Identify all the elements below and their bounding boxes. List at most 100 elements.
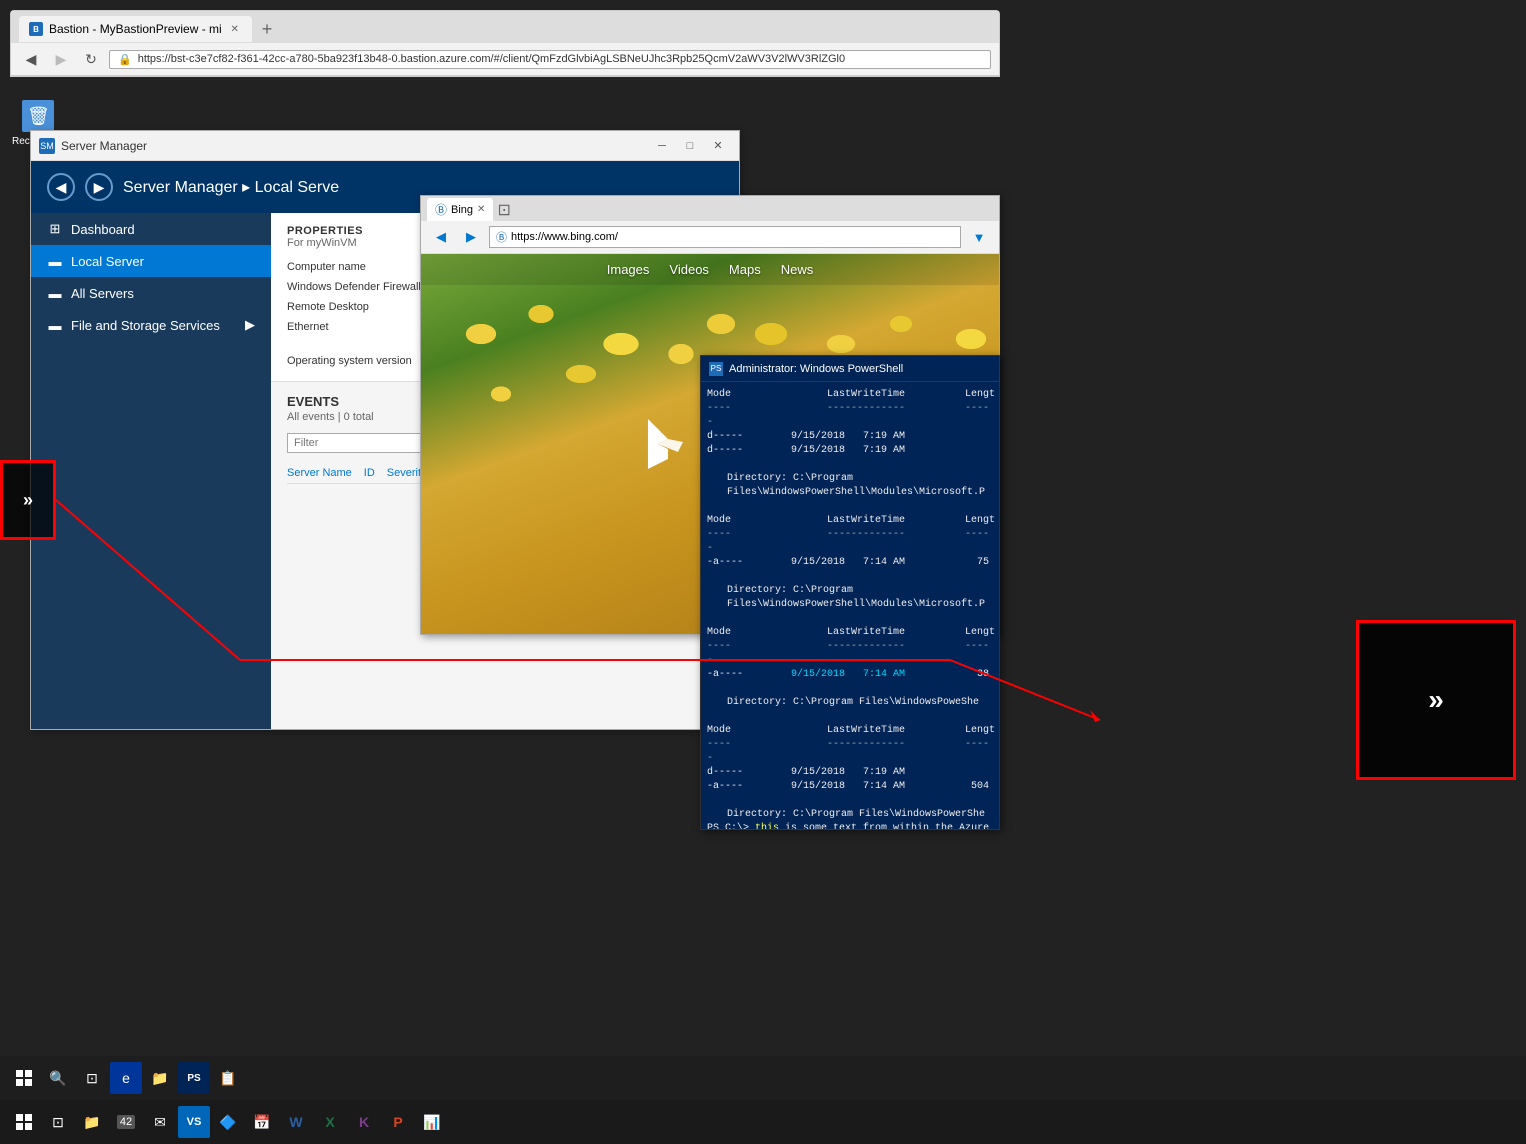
- address-bar[interactable]: 🔒 https://bst-c3e7cf82-f361-42cc-a780-5b…: [109, 50, 991, 69]
- sm-forward-button[interactable]: ▶: [85, 173, 113, 201]
- taskbar-mail-icon[interactable]: ✉: [144, 1106, 176, 1138]
- refresh-button[interactable]: ↻: [79, 47, 103, 71]
- ps-dir-3: Directory: C:\Program Files\WindowsPoweS…: [707, 696, 993, 710]
- sm-title: Server Manager: [61, 139, 649, 153]
- browser-tab[interactable]: B Bastion - MyBastionPreview - mi ✕: [19, 16, 252, 42]
- powershell-titlebar: PS Administrator: Windows PowerShell: [701, 356, 999, 382]
- col-id[interactable]: ID: [364, 467, 375, 479]
- maximize-button[interactable]: □: [677, 137, 703, 155]
- ps-line-9: ---- ------------- -----: [707, 640, 993, 668]
- windows-logo-upper: [16, 1070, 32, 1086]
- ps-line-6: ---- ------------- -----: [707, 528, 993, 556]
- bing-nav-links: Images Videos Maps News: [421, 254, 999, 285]
- taskbar-store-icon[interactable]: 42: [110, 1106, 142, 1138]
- file-storage-icon: ▬: [47, 317, 63, 333]
- ps-line-1: Mode LastWriteTime Lengt: [707, 388, 993, 402]
- taskbar-ie-icon[interactable]: e: [110, 1062, 142, 1094]
- ethernet-label: Ethernet: [287, 321, 329, 333]
- local-server-icon: ▬: [47, 253, 63, 269]
- new-tab-button[interactable]: +: [256, 19, 279, 40]
- bing-address-bar[interactable]: Ⓑ https://www.bing.com/: [489, 226, 961, 248]
- taskbar-powerpoint-icon[interactable]: P: [382, 1106, 414, 1138]
- taskbar-search-upper[interactable]: 🔍: [42, 1062, 74, 1094]
- powershell-window[interactable]: PS Administrator: Windows PowerShell Mod…: [700, 355, 1000, 830]
- left-highlight-box: »: [0, 460, 56, 540]
- taskbar-teams-icon[interactable]: 🔷: [212, 1106, 244, 1138]
- search-icon-upper: 🔍: [49, 1070, 66, 1087]
- browser-nav-bar: ◀ ▶ ↻ 🔒 https://bst-c3e7cf82-f361-42cc-a…: [11, 43, 999, 76]
- ps-dir-4: Directory: C:\Program Files\WindowsPower…: [707, 808, 993, 822]
- right-arrows-icon: »: [1428, 684, 1444, 716]
- mail-icon: ✉: [154, 1114, 166, 1131]
- bing-forward-button[interactable]: ▶: [459, 225, 483, 249]
- ps-dir-1b: Files\WindowsPowerShell\Modules\Microsof…: [707, 486, 993, 500]
- bing-link-news[interactable]: News: [781, 262, 814, 277]
- bing-settings-button[interactable]: ▼: [967, 225, 991, 249]
- powerpoint-icon: P: [393, 1114, 402, 1130]
- sidebar-item-local-server[interactable]: ▬ Local Server: [31, 245, 271, 277]
- vscode-icon: VS: [187, 1116, 202, 1128]
- forward-button[interactable]: ▶: [49, 47, 73, 71]
- taskbar-notes-icon[interactable]: 📋: [212, 1062, 244, 1094]
- bing-link-images[interactable]: Images: [607, 262, 650, 277]
- taskbar-word-icon[interactable]: W: [280, 1106, 312, 1138]
- right-annotation: »: [1356, 620, 1516, 780]
- bing-link-videos[interactable]: Videos: [669, 262, 709, 277]
- lock-icon: 🔒: [118, 53, 132, 66]
- file-explorer-icon: 📁: [151, 1070, 168, 1087]
- bing-new-tab-button[interactable]: ⊡: [497, 200, 510, 220]
- sidebar-item-file-storage[interactable]: ▬ File and Storage Services ▶: [31, 309, 271, 341]
- file-explorer-icon-lower: 📁: [83, 1114, 100, 1131]
- close-button[interactable]: ✕: [705, 137, 731, 155]
- ps-prompt: PS C:\> this is some text from within th…: [707, 822, 993, 829]
- taskbar-start-lower[interactable]: [8, 1106, 40, 1138]
- notes-icon: 📋: [219, 1070, 236, 1087]
- taskbar-start-button-upper[interactable]: [8, 1062, 40, 1094]
- windows-logo-lower: [16, 1114, 32, 1130]
- taskbar-outlook-icon[interactable]: 📅: [246, 1106, 278, 1138]
- taskbar-explorer-lower[interactable]: 📁: [76, 1106, 108, 1138]
- bing-nav-bar: ◀ ▶ Ⓑ https://www.bing.com/ ▼: [421, 221, 999, 254]
- browser-window: B Bastion - MyBastionPreview - mi ✕ + ◀ …: [10, 10, 1000, 77]
- taskbar-extra-icon[interactable]: 📊: [416, 1106, 448, 1138]
- firewall-label: Windows Defender Firewall: [287, 281, 421, 293]
- taskbar-task-view-lower[interactable]: ⊡: [42, 1106, 74, 1138]
- back-button[interactable]: ◀: [19, 47, 43, 71]
- ps-line-14: -a---- 9/15/2018 7:14 AM 504: [707, 780, 993, 794]
- left-annotation: »: [0, 460, 70, 540]
- powershell-taskbar-icon: PS: [187, 1073, 200, 1084]
- ps-line-3: d----- 9/15/2018 7:19 AM: [707, 430, 993, 444]
- taskbar-task-view-upper[interactable]: ⊡: [76, 1062, 108, 1094]
- sidebar-item-dashboard[interactable]: ⊞ Dashboard: [31, 213, 271, 245]
- task-view-icon-lower: ⊡: [52, 1114, 64, 1131]
- col-server-name[interactable]: Server Name: [287, 467, 352, 479]
- outlook-icon: 📅: [253, 1114, 270, 1131]
- sm-breadcrumb: Server Manager ▸ Local Serve: [123, 177, 339, 197]
- ps-line-7: -a---- 9/15/2018 7:14 AM 75: [707, 556, 993, 570]
- sidebar-item-all-servers[interactable]: ▬ All Servers: [31, 277, 271, 309]
- bing-back-button[interactable]: ◀: [429, 225, 453, 249]
- taskbar-explorer-icon[interactable]: 📁: [144, 1062, 176, 1094]
- computer-name-label: Computer name: [287, 261, 366, 273]
- bing-address-icon: Ⓑ: [496, 229, 507, 245]
- bing-tab[interactable]: Ⓑ Bing ✕: [427, 198, 493, 221]
- taskbar-vscode-icon[interactable]: VS: [178, 1106, 210, 1138]
- bing-logo-icon: [633, 414, 693, 474]
- recycle-bin-icon: 🗑: [22, 100, 54, 132]
- taskbar-powershell-icon[interactable]: PS: [178, 1062, 210, 1094]
- ps-line-10: -a---- 9/15/2018 7:14 AM 38: [707, 668, 993, 682]
- ps-dir-2: Directory: C:\Program: [707, 584, 993, 598]
- taskbar-k-icon[interactable]: K: [348, 1106, 380, 1138]
- bing-tab-close[interactable]: ✕: [477, 204, 485, 215]
- sm-back-button[interactable]: ◀: [47, 173, 75, 201]
- file-storage-arrow: ▶: [245, 317, 255, 333]
- ps-spacer-4: [707, 612, 993, 626]
- window-controls: ─ □ ✕: [649, 137, 731, 155]
- powershell-content: Mode LastWriteTime Lengt ---- ----------…: [701, 382, 999, 829]
- bing-link-maps[interactable]: Maps: [729, 262, 761, 277]
- minimize-button[interactable]: ─: [649, 137, 675, 155]
- server-manager-titlebar: SM Server Manager ─ □ ✕: [31, 131, 739, 161]
- right-highlight-box: »: [1356, 620, 1516, 780]
- tab-close-button[interactable]: ✕: [228, 22, 242, 36]
- taskbar-excel-icon[interactable]: X: [314, 1106, 346, 1138]
